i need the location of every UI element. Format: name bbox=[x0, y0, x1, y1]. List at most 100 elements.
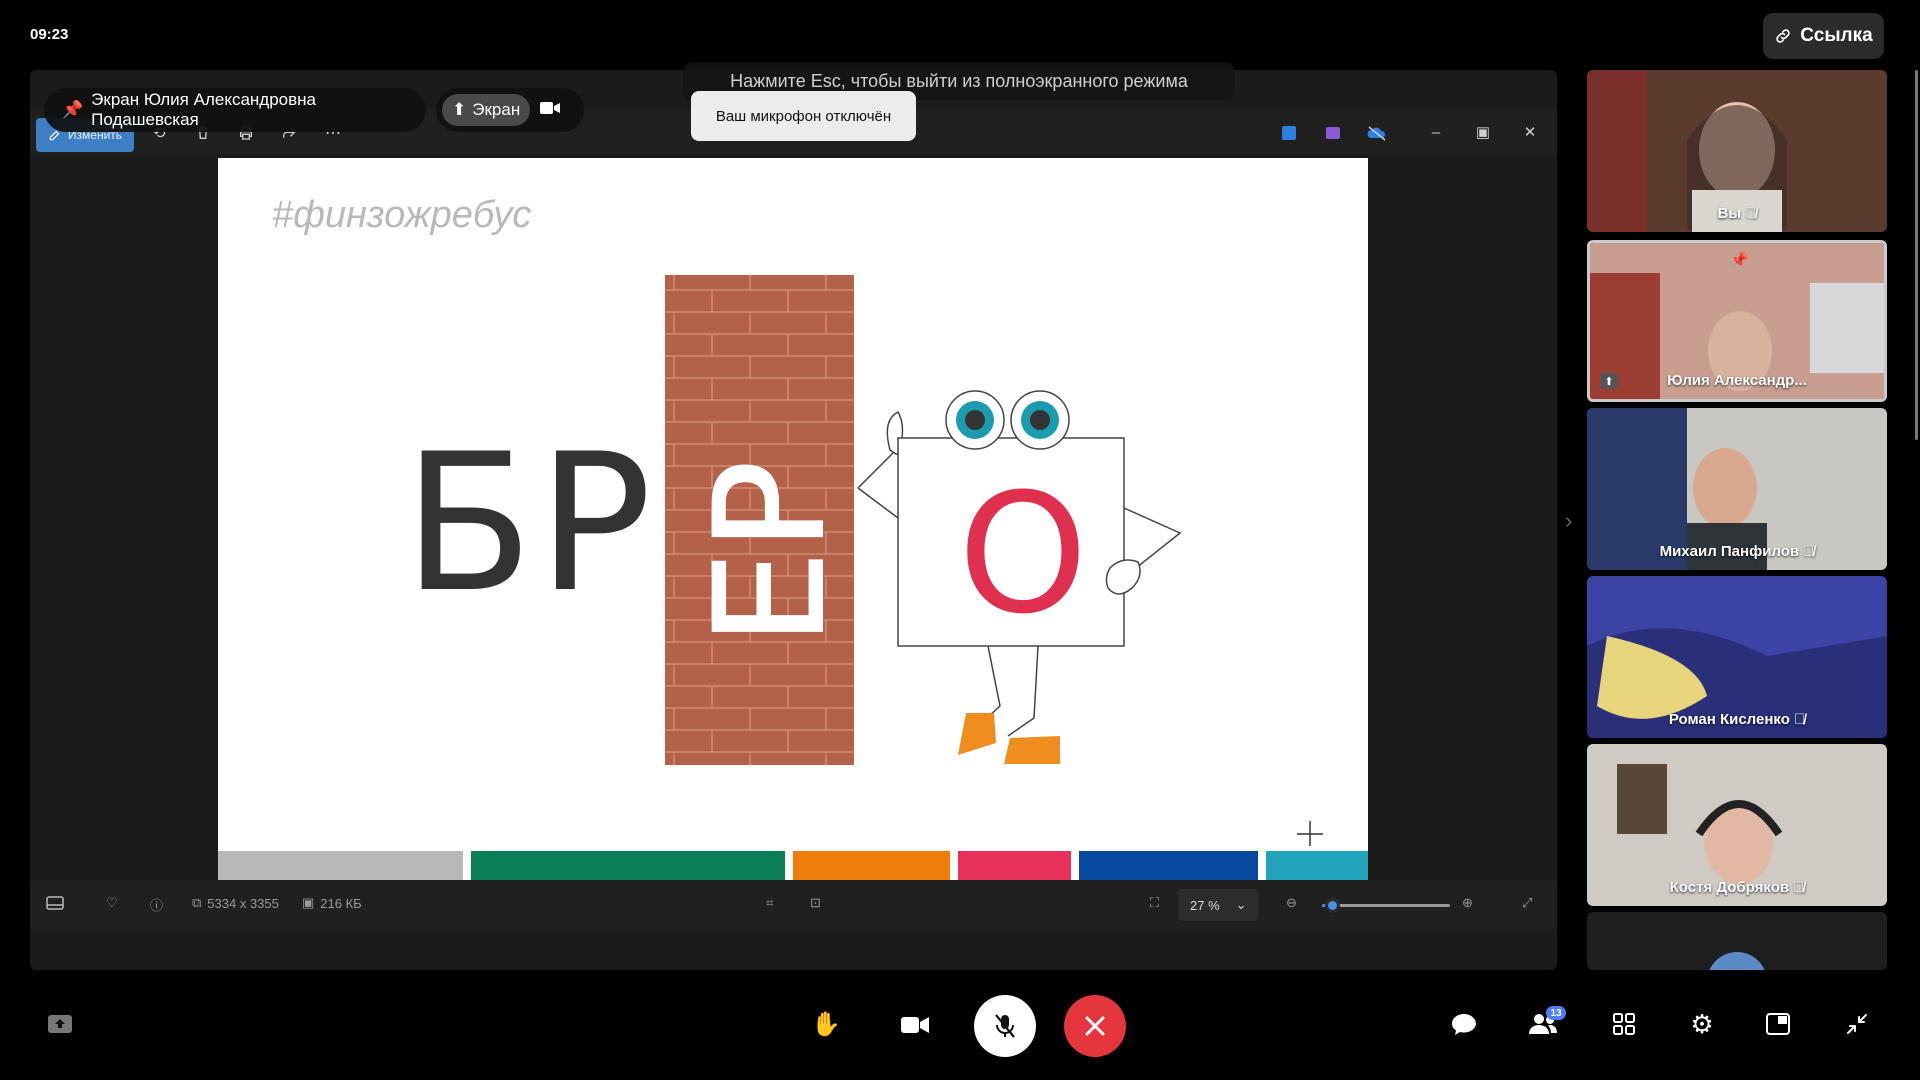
participant-name-row: Роман Кисленко 🎙̸ bbox=[1587, 711, 1887, 728]
close-window-icon[interactable]: ✕ bbox=[1518, 120, 1542, 144]
video-call-screen: 09:23 Ссылка Нажмите Esc, чтобы выйти из… bbox=[0, 0, 1920, 1080]
filesize-icon: ▣ bbox=[302, 895, 315, 910]
layout-grid-button[interactable] bbox=[1612, 1012, 1636, 1036]
zoom-select[interactable]: 27 % ⌄ bbox=[1178, 889, 1258, 921]
filesize-info: ▣ 216 КБ bbox=[302, 895, 362, 911]
dimensions-text: 5334 x 3355 bbox=[207, 895, 279, 911]
pin-icon: 📌 bbox=[62, 100, 84, 119]
mic-off-icon: 🎙̸ bbox=[1803, 543, 1815, 560]
cursor-crosshair bbox=[1297, 821, 1323, 846]
color-bar bbox=[1266, 851, 1368, 880]
participant-name-row: Михаил Панфилов 🎙̸ bbox=[1587, 543, 1887, 560]
select-icon[interactable]: ⊡ bbox=[810, 895, 821, 911]
color-bar bbox=[1079, 851, 1258, 880]
color-bars bbox=[218, 851, 1368, 880]
minimize-icon[interactable]: – bbox=[1424, 120, 1448, 144]
filesize-text: 216 КБ bbox=[320, 895, 362, 911]
participant-tile[interactable]: Михаил Панфилов 🎙̸ bbox=[1587, 408, 1887, 570]
exit-fullscreen-icon bbox=[1847, 1014, 1867, 1034]
pin-icon[interactable]: 📌 bbox=[1730, 251, 1749, 269]
participant-name: Роман Кисленко bbox=[1668, 711, 1790, 728]
color-bar bbox=[958, 851, 1071, 880]
clock: 09:23 bbox=[30, 26, 69, 43]
color-bar bbox=[218, 851, 463, 880]
zoom-slider-thumb[interactable] bbox=[1325, 898, 1341, 913]
picture-in-picture-button[interactable] bbox=[1766, 1012, 1790, 1036]
participant-name: Михаил Панфилов bbox=[1659, 543, 1800, 560]
wall-letters-text: ЕР bbox=[684, 460, 858, 645]
participant-name-row: Костя Добряков 🎙̸ bbox=[1587, 879, 1887, 896]
dimensions-icon: ⧉ bbox=[192, 895, 202, 910]
screen-owner-pill[interactable]: 📌 Экран Юлия Александровна Подашевская bbox=[44, 88, 426, 132]
color-bar bbox=[793, 851, 950, 880]
photos-status-bar: ♡ ⓘ ⧉ 5334 x 3355 ▣ 216 КБ ⌗ ⊡ ⛶ 27 % ⌄ … bbox=[30, 881, 1557, 929]
wall-letters: ЕР bbox=[683, 459, 859, 646]
share-screen-button[interactable] bbox=[46, 1012, 74, 1036]
participants-sidebar: Вы 🎙̸ 📌 ⬆ Юлия Александр... Михаил Панфи… bbox=[1587, 70, 1887, 970]
exit-fullscreen-button[interactable] bbox=[1845, 1012, 1869, 1036]
color-bar bbox=[471, 851, 785, 880]
screen-chip[interactable]: ⬆ Экран bbox=[442, 94, 531, 126]
mic-muted-toast: Ваш микрофон отключён bbox=[691, 91, 916, 141]
participant-name-row: Вы 🎙̸ bbox=[1587, 205, 1887, 222]
zoom-out-icon[interactable]: ⊖ bbox=[1286, 895, 1297, 911]
mic-off-icon: 🎙̸ bbox=[1793, 879, 1805, 896]
participants-count-badge: 13 bbox=[1546, 1006, 1566, 1020]
filmstrip-icon[interactable] bbox=[46, 895, 64, 911]
copy-link-label: Ссылка bbox=[1800, 25, 1873, 46]
chat-icon bbox=[1452, 1014, 1476, 1035]
zoom-value: 27 % bbox=[1190, 897, 1220, 913]
participant-name: Вы bbox=[1717, 205, 1742, 222]
rebus-illustration: ЕР bbox=[665, 275, 1323, 846]
link-icon bbox=[1776, 29, 1790, 43]
screen-chip-label: Экран bbox=[472, 100, 521, 119]
shared-screen: Изменить ⟲ ⋯ – ▣ ✕ #финзожребус БР ЕР О … bbox=[30, 70, 1557, 970]
chevron-right-icon[interactable]: › bbox=[1565, 508, 1572, 534]
close-icon bbox=[1085, 1016, 1105, 1036]
zoom-in-icon[interactable]: ⊕ bbox=[1462, 895, 1473, 911]
screen-switcher: ⬆ Экран bbox=[436, 88, 584, 132]
mic-off-icon: 🎙̸ bbox=[1745, 205, 1757, 222]
restore-icon[interactable]: ▣ bbox=[1471, 120, 1495, 144]
dimensions-info: ⧉ 5334 x 3355 bbox=[192, 895, 279, 911]
info-icon[interactable]: ⓘ bbox=[150, 895, 163, 914]
participant-tile[interactable] bbox=[1587, 912, 1887, 970]
sidebar-scrollbar[interactable] bbox=[1915, 70, 1918, 440]
pip-icon bbox=[1766, 1013, 1790, 1035]
participant-tile[interactable]: Костя Добряков 🎙̸ bbox=[1587, 744, 1887, 906]
hand-icon: ✋ bbox=[811, 1010, 841, 1038]
participant-tile[interactable]: Вы 🎙̸ bbox=[1587, 70, 1887, 232]
copy-link-button[interactable]: Ссылка bbox=[1763, 13, 1884, 59]
microphone-button[interactable] bbox=[974, 995, 1036, 1057]
participant-tile[interactable]: Роман Кисленко 🎙̸ bbox=[1587, 576, 1887, 738]
camera-icon bbox=[901, 1017, 929, 1033]
slide-image: #финзожребус БР ЕР О bbox=[218, 158, 1368, 880]
screen-owner-label: Экран Юлия Александровна Подашевская bbox=[91, 90, 316, 129]
upload-icon: ⬆ bbox=[452, 100, 467, 119]
app-purple-icon[interactable] bbox=[1320, 120, 1346, 146]
settings-button[interactable]: ⚙ bbox=[1688, 1008, 1716, 1039]
mic-off-icon bbox=[995, 1014, 1015, 1038]
camera-button[interactable] bbox=[900, 1013, 930, 1037]
end-call-button[interactable] bbox=[1064, 995, 1126, 1057]
participant-name-row: Юлия Александр... bbox=[1590, 372, 1884, 389]
onedrive-icon[interactable] bbox=[1364, 120, 1390, 146]
mic-off-icon: 🎙̸ bbox=[1793, 711, 1806, 728]
gear-icon: ⚙ bbox=[1690, 1008, 1714, 1039]
slide-letter-character: О bbox=[958, 458, 1088, 650]
crop-icon[interactable]: ⌗ bbox=[766, 895, 773, 911]
chevron-down-icon: ⌄ bbox=[1235, 897, 1247, 912]
fullscreen-icon[interactable]: ⤢ bbox=[1522, 895, 1532, 911]
actual-size-icon[interactable]: ⛶ bbox=[1150, 895, 1159, 911]
participant-avatar-partial bbox=[1587, 912, 1887, 970]
participant-name: Костя Добряков bbox=[1669, 879, 1790, 896]
raise-hand-button[interactable]: ✋ bbox=[811, 1010, 841, 1038]
chat-button[interactable] bbox=[1450, 1010, 1478, 1038]
participant-name: Юлия Александр... bbox=[1667, 372, 1807, 389]
grid-icon bbox=[1613, 1013, 1635, 1035]
app-blue-icon[interactable] bbox=[1276, 120, 1302, 146]
participant-tile-pinned[interactable]: 📌 ⬆ Юлия Александр... bbox=[1587, 240, 1887, 402]
camera-icon[interactable] bbox=[540, 101, 561, 120]
zoom-slider[interactable] bbox=[1322, 898, 1450, 913]
favorite-icon[interactable]: ♡ bbox=[106, 895, 118, 911]
